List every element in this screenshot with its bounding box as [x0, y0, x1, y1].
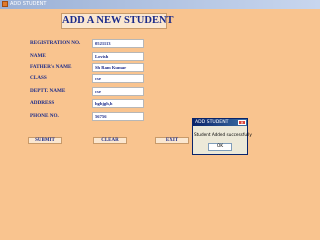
- name-label: NAME: [30, 53, 46, 59]
- dialog-titlebar: ADD STUDENT ✕: [193, 119, 247, 126]
- clear-button[interactable]: CLEAR: [93, 137, 127, 144]
- close-icon[interactable]: ✕: [238, 120, 246, 125]
- dialog-message: Student Added successfully: [194, 132, 252, 137]
- dialog-title: ADD STUDENT: [195, 120, 229, 125]
- phone-no-label: PHONE NO.: [30, 113, 59, 119]
- window-title: ADD STUDENT: [10, 1, 47, 7]
- department-name-field[interactable]: cse: [92, 87, 144, 96]
- app-icon: [2, 1, 8, 7]
- class-field[interactable]: cse: [92, 74, 144, 83]
- address-field[interactable]: hghjgh,h: [92, 99, 144, 108]
- department-name-label: DEPTT. NAME: [30, 88, 66, 94]
- registration-no-label: REGISTRATION NO.: [30, 40, 81, 46]
- success-dialog: ADD STUDENT ✕ Student Added successfully…: [192, 118, 252, 155]
- page-title: ADD A NEW STUDENT: [61, 13, 174, 29]
- registration-no-field[interactable]: 0521113: [92, 39, 144, 48]
- fathers-name-field[interactable]: Sh Ram Kumar: [92, 63, 144, 72]
- phone-no-field[interactable]: 56756: [92, 112, 144, 121]
- name-field[interactable]: Lovish: [92, 52, 144, 61]
- ok-button[interactable]: OK: [208, 143, 232, 151]
- address-label: ADDRESS: [30, 100, 55, 106]
- fathers-name-label: FATHER's NAME: [30, 64, 72, 70]
- window-titlebar: ADD STUDENT: [0, 0, 320, 9]
- exit-button[interactable]: EXIT: [155, 137, 189, 144]
- submit-button[interactable]: SUBMIT: [28, 137, 62, 144]
- class-label: CLASS: [30, 75, 47, 81]
